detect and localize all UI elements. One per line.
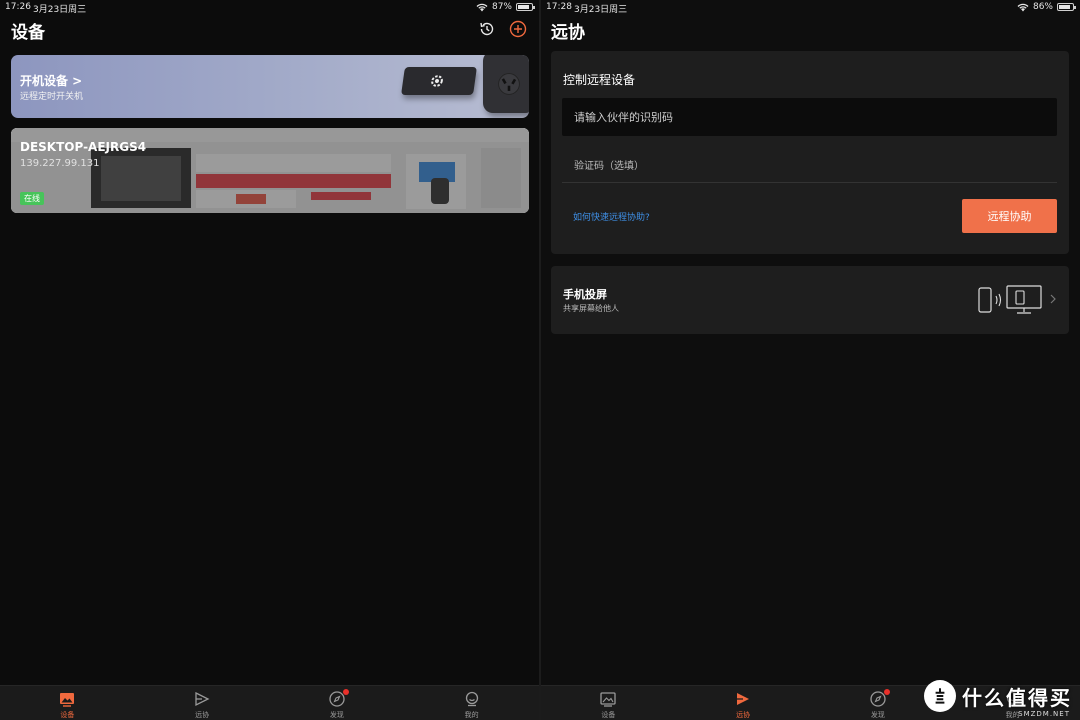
phone-to-monitor-icon: [978, 285, 1042, 314]
power-card-subtitle: 远程定时开关机: [20, 92, 84, 102]
profile-icon: [465, 691, 478, 707]
status-date: 3月23日周三: [574, 5, 628, 15]
add-device-icon[interactable]: [509, 20, 527, 38]
tab-label: 设备: [601, 711, 616, 719]
status-date: 3月23日周三: [33, 5, 87, 15]
device-icon: [600, 692, 617, 707]
page-title: 远协: [551, 23, 585, 43]
socket-holes-icon: [498, 73, 520, 95]
device-name: DESKTOP-AEJRGS4: [20, 140, 147, 154]
help-link[interactable]: 如何快速远程协助?: [573, 210, 650, 223]
cast-subtitle: 共享屏幕给他人: [563, 304, 619, 313]
status-time: 17:28: [546, 2, 572, 12]
devices-pane: 17:26 3月23日周三 87% 设备 开机设备 > 远程定时开关机 DESK…: [0, 0, 539, 720]
device-ip: 139.227.99.131: [20, 158, 100, 169]
tab-devices[interactable]: 设备: [541, 686, 676, 720]
verification-code-input[interactable]: [562, 151, 1057, 183]
remote-control-card: 控制远程设备 如何快速远程协助? 远程协助: [551, 51, 1069, 254]
watermark-sub: SMZDM.NET: [1018, 710, 1070, 718]
tab-label: 发现: [329, 711, 344, 719]
value-logo-icon: [935, 688, 945, 704]
gear-logo-icon: [431, 75, 443, 87]
wifi-icon: [476, 3, 488, 11]
tab-profile[interactable]: 我的: [404, 686, 539, 720]
history-icon[interactable]: [478, 20, 496, 38]
tab-remote-assist[interactable]: 远协: [676, 686, 811, 720]
battery-icon: [516, 3, 535, 11]
tab-remote-assist[interactable]: 远协: [135, 686, 270, 720]
battery-percent: 86%: [1032, 2, 1053, 12]
tab-label: 我的: [464, 711, 479, 719]
tab-label: 发现: [870, 711, 885, 719]
power-device-card[interactable]: 开机设备 > 远程定时开关机: [11, 55, 529, 118]
tab-bar: 设备 远协 发现 我的: [0, 685, 539, 720]
status-bar: 17:26 3月23日周三 87%: [0, 0, 539, 15]
watermark: 什么值得买 SMZDM.NET: [924, 680, 1072, 718]
screen-cast-card[interactable]: 手机投屏 共享屏幕给他人: [551, 266, 1069, 334]
remote-assist-icon: [737, 693, 750, 705]
battery-icon: [1057, 3, 1076, 11]
remote-control-title: 控制远程设备: [563, 73, 636, 87]
chevron-right-icon: [1050, 294, 1056, 304]
tab-discover[interactable]: 发现: [270, 686, 405, 720]
online-status-badge: 在线: [20, 192, 44, 205]
watermark-text: 什么值得买: [962, 685, 1072, 710]
power-card-title: 开机设备 >: [20, 74, 83, 88]
partner-id-input[interactable]: [562, 98, 1057, 136]
page-title: 设备: [11, 23, 45, 43]
battery-fill: [1059, 5, 1071, 9]
status-bar: 17:28 3月23日周三 86%: [541, 0, 1080, 15]
tab-label: 远协: [195, 711, 210, 719]
cast-title: 手机投屏: [563, 288, 607, 301]
tab-devices[interactable]: 设备: [0, 686, 135, 720]
tab-label: 远协: [736, 711, 751, 719]
battery-fill: [518, 5, 530, 9]
power-stick-image: [401, 67, 477, 95]
remote-assist-pane: 17:28 3月23日周三 86% 远协 控制远程设备 如何快速远程协助? 远程…: [541, 0, 1080, 720]
battery-percent: 87%: [491, 2, 512, 12]
desktop-device-card[interactable]: DESKTOP-AEJRGS4 139.227.99.131 在线: [11, 128, 529, 213]
watermark-logo-icon: [924, 680, 956, 712]
device-icon: [60, 693, 75, 707]
smart-plug-image: [483, 55, 529, 113]
status-time: 17:26: [5, 2, 31, 12]
remote-assist-button[interactable]: 远程协助: [962, 199, 1057, 233]
tab-label: 设备: [60, 711, 75, 719]
notification-dot: [342, 689, 349, 695]
remote-assist-icon: [195, 691, 210, 707]
notification-dot: [883, 689, 890, 695]
wifi-icon: [1017, 3, 1029, 11]
